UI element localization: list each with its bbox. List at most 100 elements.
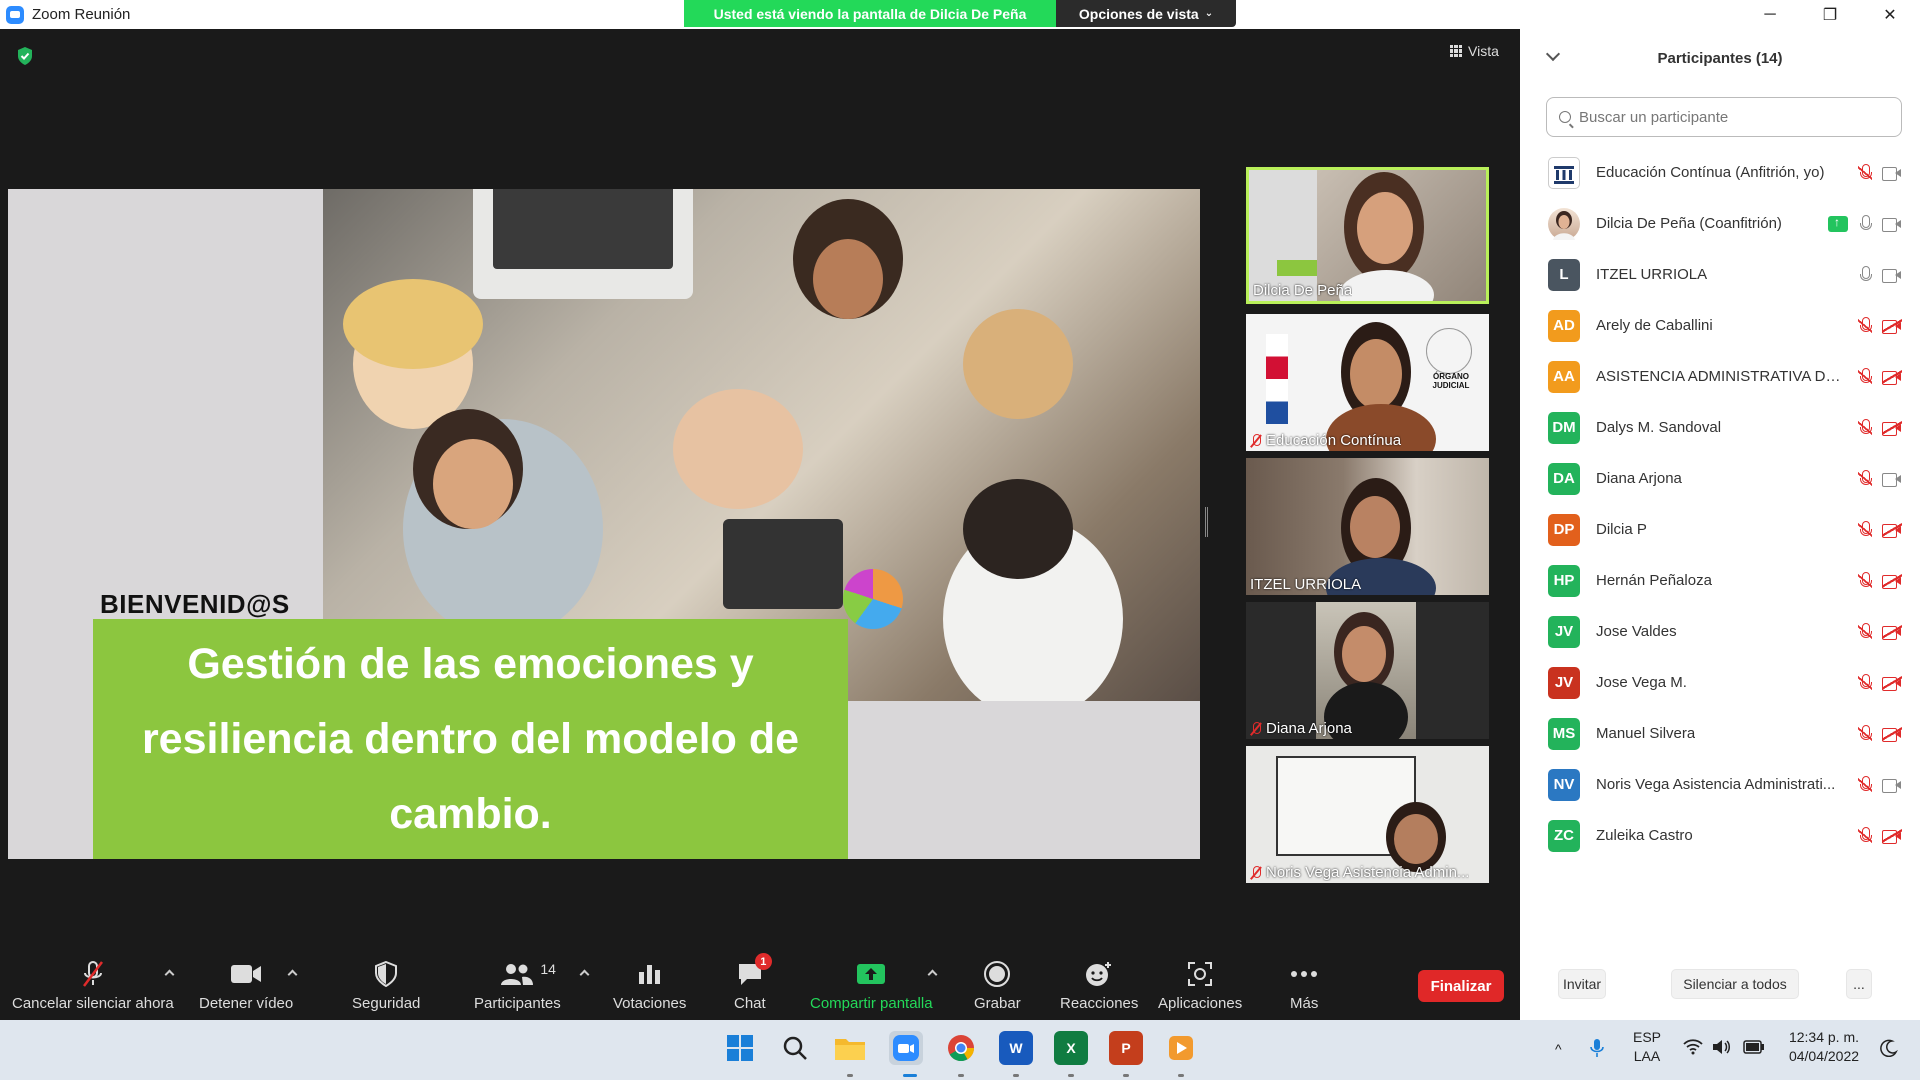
participants-button[interactable]: 14 Participantes: [474, 959, 561, 1012]
video-off-icon[interactable]: [1882, 828, 1902, 844]
chrome-icon[interactable]: [944, 1031, 978, 1065]
view-options-button[interactable]: Opciones de vista ⌄: [1056, 0, 1236, 27]
video-icon[interactable]: [1882, 166, 1902, 181]
video-off-icon[interactable]: [1882, 675, 1902, 691]
video-tile[interactable]: ITZEL URRIOLA: [1246, 458, 1489, 595]
mic-muted-icon[interactable]: [1858, 571, 1872, 590]
participant-row[interactable]: Dilcia De Peña (Coanfitrión): [1520, 198, 1920, 249]
mic-muted-icon: [1250, 865, 1262, 880]
participant-row[interactable]: DA Diana Arjona: [1520, 453, 1920, 504]
mic-muted-icon[interactable]: [1858, 418, 1872, 437]
security-button[interactable]: Seguridad: [352, 959, 420, 1012]
avatar: MS: [1548, 717, 1580, 750]
participant-status-icons: [1858, 708, 1902, 759]
word-icon[interactable]: W: [999, 1031, 1033, 1065]
participant-row[interactable]: Educación Contínua (Anfitrión, yo): [1520, 147, 1920, 198]
participants-options-caret[interactable]: [579, 969, 590, 980]
video-off-icon[interactable]: [1882, 318, 1902, 334]
view-button[interactable]: Vista: [1450, 43, 1499, 59]
mic-muted-icon[interactable]: [1858, 163, 1872, 182]
stop-video-button[interactable]: Detener vídeo: [199, 959, 293, 1012]
participant-row[interactable]: JV Jose Vega M.: [1520, 657, 1920, 708]
video-off-icon[interactable]: [1882, 522, 1902, 538]
participant-row[interactable]: AD Arely de Caballini: [1520, 300, 1920, 351]
video-icon[interactable]: [1882, 778, 1902, 793]
video-off-icon[interactable]: [1882, 624, 1902, 640]
clock[interactable]: 12:34 p. m. 04/04/2022: [1782, 1028, 1866, 1066]
volume-icon[interactable]: [1712, 1039, 1732, 1060]
end-meeting-button[interactable]: Finalizar: [1418, 970, 1504, 1002]
video-off-icon[interactable]: [1882, 369, 1902, 385]
invite-button[interactable]: Invitar: [1558, 969, 1606, 999]
collapse-chevron-icon[interactable]: [1545, 46, 1561, 62]
search-box[interactable]: [1546, 97, 1902, 137]
video-off-icon[interactable]: [1882, 420, 1902, 436]
participant-status-icons: [1858, 504, 1902, 555]
participant-name: Jose Vega M.: [1596, 674, 1687, 691]
mic-muted-icon[interactable]: [1858, 622, 1872, 641]
participant-row[interactable]: AA ASISTENCIA ADMINISTRATIVA DE ...: [1520, 351, 1920, 402]
participant-name: Arely de Caballini: [1596, 317, 1713, 334]
chat-button[interactable]: 1 Chat: [734, 953, 772, 1012]
participant-row[interactable]: JV Jose Valdes: [1520, 606, 1920, 657]
powerpoint-icon[interactable]: P: [1109, 1031, 1143, 1065]
mic-muted-icon[interactable]: [1858, 469, 1872, 488]
file-explorer-icon[interactable]: [833, 1031, 867, 1065]
reactions-button[interactable]: Reacciones: [1060, 959, 1138, 1012]
mic-muted-icon[interactable]: [1858, 520, 1872, 539]
video-tile[interactable]: ÓRGANO JUDICIAL Educación Contínua: [1246, 314, 1489, 451]
zoom-app-icon: [6, 5, 24, 24]
video-off-icon[interactable]: [1882, 573, 1902, 589]
unmute-button[interactable]: Cancelar silenciar ahora: [12, 959, 174, 1012]
tray-chevron-up-icon[interactable]: ^: [1555, 1040, 1562, 1059]
microphone-tray-icon[interactable]: [1590, 1038, 1604, 1063]
mic-muted-icon[interactable]: [1858, 724, 1872, 743]
mic-icon[interactable]: [1858, 265, 1872, 284]
participant-row[interactable]: DP Dilcia P: [1520, 504, 1920, 555]
video-icon[interactable]: [1882, 268, 1902, 283]
share-screen-icon: [856, 959, 886, 989]
meeting-toolbar: Cancelar silenciar ahora Detener vídeo S…: [0, 949, 1520, 1020]
resize-handle[interactable]: [1205, 507, 1208, 537]
language-indicator[interactable]: ESP LAA: [1633, 1028, 1661, 1066]
more-button[interactable]: Más: [1290, 959, 1318, 1012]
participant-row[interactable]: DM Dalys M. Sandoval: [1520, 402, 1920, 453]
close-button[interactable]: ✕: [1860, 0, 1920, 29]
search-input[interactable]: [1579, 108, 1879, 126]
tile-name: Educación Contínua: [1250, 432, 1401, 449]
participant-row[interactable]: ZC Zuleika Castro: [1520, 810, 1920, 861]
video-tile[interactable]: Noris Vega Asistencia Admin...: [1246, 746, 1489, 883]
video-icon[interactable]: [1882, 472, 1902, 487]
minimize-button[interactable]: ─: [1740, 0, 1800, 29]
mic-muted-icon[interactable]: [1858, 826, 1872, 845]
more-options-button[interactable]: ...: [1846, 969, 1872, 999]
restore-button[interactable]: ❐: [1800, 0, 1860, 29]
participant-row[interactable]: L ITZEL URRIOLA: [1520, 249, 1920, 300]
notifications-moon-icon[interactable]: [1880, 1039, 1898, 1062]
polls-button[interactable]: Votaciones: [613, 959, 686, 1012]
record-button[interactable]: Grabar: [974, 959, 1021, 1012]
video-tile[interactable]: Diana Arjona: [1246, 602, 1489, 739]
mic-icon[interactable]: [1858, 214, 1872, 233]
search-icon[interactable]: [778, 1031, 812, 1065]
mic-muted-icon[interactable]: [1858, 673, 1872, 692]
excel-icon[interactable]: X: [1054, 1031, 1088, 1065]
participant-row[interactable]: MS Manuel Silvera: [1520, 708, 1920, 759]
video-off-icon[interactable]: [1882, 726, 1902, 742]
video-icon[interactable]: [1882, 217, 1902, 232]
share-screen-button[interactable]: Compartir pantalla: [810, 959, 933, 1012]
battery-icon[interactable]: [1743, 1040, 1765, 1059]
mute-all-button[interactable]: Silenciar a todos: [1671, 969, 1799, 999]
participant-row[interactable]: HP Hernán Peñaloza: [1520, 555, 1920, 606]
encryption-shield-icon[interactable]: [16, 46, 34, 66]
windows-start-icon[interactable]: [723, 1031, 757, 1065]
wifi-icon[interactable]: [1683, 1039, 1703, 1060]
zoom-taskbar-icon[interactable]: [889, 1031, 923, 1065]
mic-muted-icon[interactable]: [1858, 775, 1872, 794]
mic-muted-icon[interactable]: [1858, 316, 1872, 335]
video-tile[interactable]: Dilcia De Peña: [1246, 167, 1489, 304]
media-player-icon[interactable]: [1164, 1031, 1198, 1065]
mic-muted-icon[interactable]: [1858, 367, 1872, 386]
apps-button[interactable]: Aplicaciones: [1158, 959, 1242, 1012]
participant-row[interactable]: NV Noris Vega Asistencia Administrati...: [1520, 759, 1920, 810]
